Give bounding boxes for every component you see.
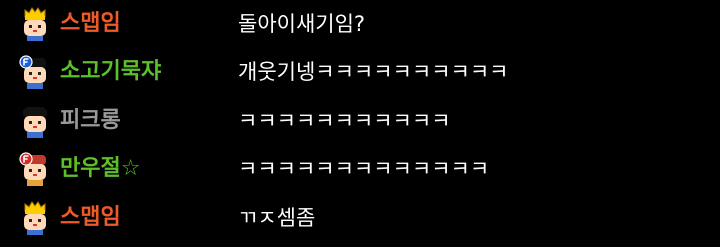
chat-message: 스맵임 돌아이새기임? [0,0,720,48]
chat-nickname[interactable]: 스맵임 [60,0,121,48]
chat-message-text: 돌아이새기임? [238,12,366,36]
chat-nickname[interactable]: 스맵임 [60,194,121,242]
crown-character-icon[interactable] [18,201,52,235]
chat-nickname[interactable]: 소고기묵쟈 [60,48,161,96]
crown-character-icon[interactable] [18,7,52,41]
chat-message: 만우절☆ ㅋㅋㅋㅋㅋㅋㅋㅋㅋㅋㅋㅋㅋ [0,145,720,193]
chat-message: 소고기묵쟈 개웃기넹ㅋㅋㅋㅋㅋㅋㅋㅋㅋㅋ [0,48,720,96]
chat-message-text: ㅋㅋㅋㅋㅋㅋㅋㅋㅋㅋㅋㅋㅋ [238,157,490,181]
fan-badge-character-icon[interactable] [18,152,52,186]
chat-nickname[interactable]: 피크롱 [60,97,121,145]
character-icon[interactable] [18,104,52,138]
chat-log: 스맵임 돌아이새기임? 소고기묵쟈 개웃기넹ㅋㅋㅋㅋㅋㅋㅋㅋㅋㅋ 피크롱 ㅋㅋㅋ… [0,0,720,247]
chat-nickname[interactable]: 만우절☆ [60,145,140,193]
chat-message-text: ㅋㅋㅋㅋㅋㅋㅋㅋㅋㅋㅋ [238,109,451,133]
chat-message-text: 개웃기넹ㅋㅋㅋㅋㅋㅋㅋㅋㅋㅋ [238,60,509,84]
fan-badge-character-icon[interactable] [18,55,52,89]
chat-message: 피크롱 ㅋㅋㅋㅋㅋㅋㅋㅋㅋㅋㅋ [0,97,720,145]
chat-message-text: ㄲㅈ셈좀 [238,206,316,230]
chat-message: 스맵임 ㄲㅈ셈좀 [0,194,720,242]
